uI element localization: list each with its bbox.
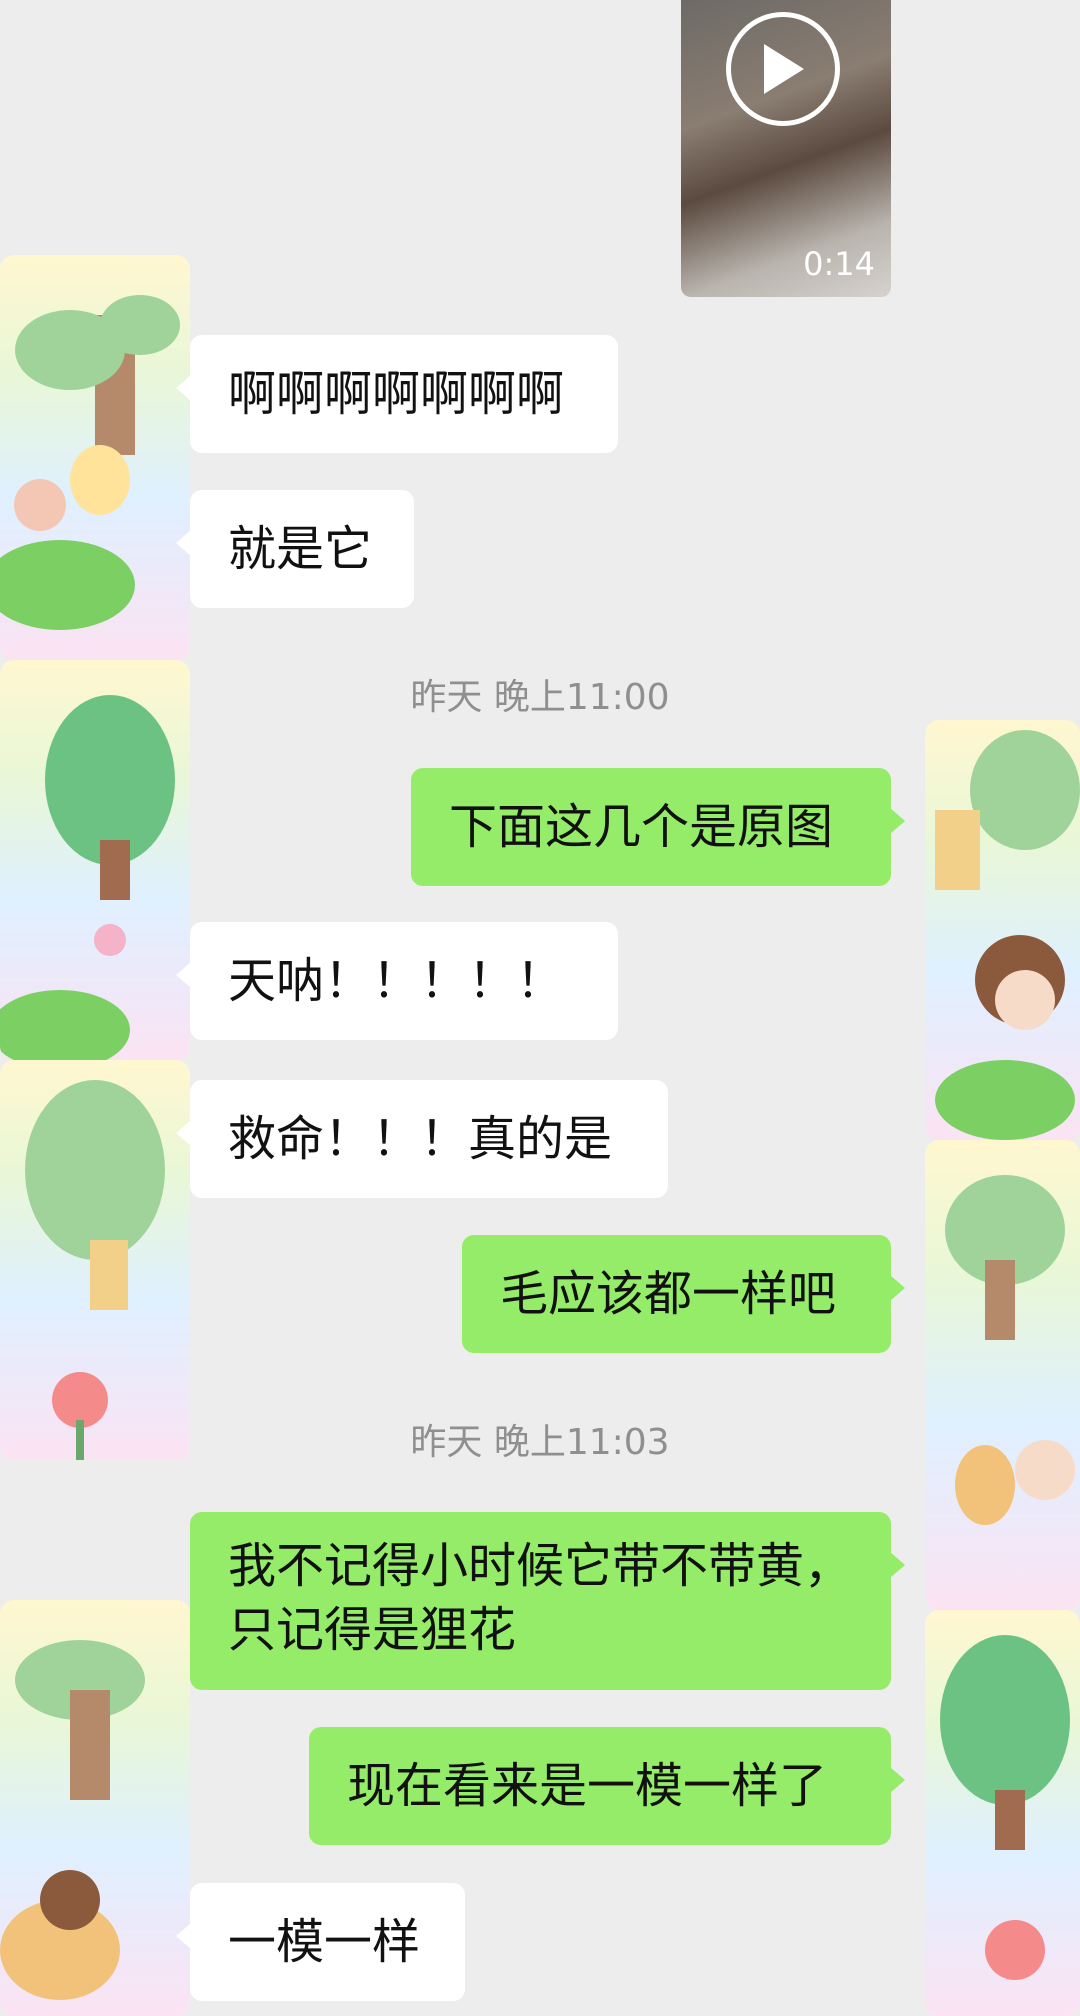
message-text-line: 只记得是狸花	[228, 1602, 517, 1658]
my-avatar[interactable]	[925, 1140, 1080, 1610]
bubble-tail	[890, 1552, 905, 1578]
friend-avatar[interactable]	[0, 660, 190, 1060]
sent-message[interactable]: 毛应该都一样吧	[462, 1235, 905, 1353]
video-message[interactable]: 0:14	[681, 0, 891, 297]
my-avatar[interactable]	[925, 1610, 1080, 2016]
received-message[interactable]: 天呐！！！！！	[176, 922, 618, 1040]
timestamp: 昨天 晚上11:00	[410, 677, 670, 718]
bubble-tail	[176, 1923, 191, 1949]
sent-message[interactable]: 现在看来是一模一样了	[309, 1727, 905, 1845]
bubble-tail	[176, 375, 191, 401]
sent-message[interactable]: 下面这几个是原图	[411, 768, 905, 886]
message-text: 一模一样	[228, 1914, 421, 1970]
message-text: 天呐！！！！！	[228, 953, 565, 1009]
message-text: 毛应该都一样吧	[500, 1266, 837, 1322]
video-duration: 0:14	[803, 245, 875, 283]
message-text: 啊啊啊啊啊啊啊	[228, 366, 565, 422]
my-avatar[interactable]	[925, 720, 1080, 1140]
received-message[interactable]: 就是它	[176, 490, 414, 608]
play-icon[interactable]	[726, 12, 840, 126]
friend-avatar[interactable]	[0, 1060, 190, 1460]
bubble-tail	[890, 1767, 905, 1793]
friend-avatar[interactable]	[0, 1600, 190, 2016]
received-message[interactable]: 一模一样	[176, 1883, 465, 2001]
message-text-line: 我不记得小时候它带不带黄，	[228, 1538, 853, 1594]
bubble-tail	[176, 962, 191, 988]
sent-message[interactable]: 我不记得小时候它带不带黄， 只记得是狸花	[190, 1512, 905, 1690]
timestamp: 昨天 晚上11:03	[410, 1422, 670, 1463]
received-message[interactable]: 啊啊啊啊啊啊啊	[176, 335, 618, 453]
message-text: 救命！！！真的是	[228, 1111, 613, 1167]
friend-avatar[interactable]	[0, 255, 190, 660]
bubble-tail	[176, 1120, 191, 1146]
message-text: 就是它	[228, 521, 373, 577]
bubble-tail	[176, 530, 191, 556]
message-text: 下面这几个是原图	[449, 799, 834, 855]
bubble-tail	[890, 808, 905, 834]
message-text: 现在看来是一模一样了	[347, 1758, 828, 1814]
bubble-tail	[890, 1275, 905, 1301]
received-message[interactable]: 救命！！！真的是	[176, 1080, 668, 1198]
